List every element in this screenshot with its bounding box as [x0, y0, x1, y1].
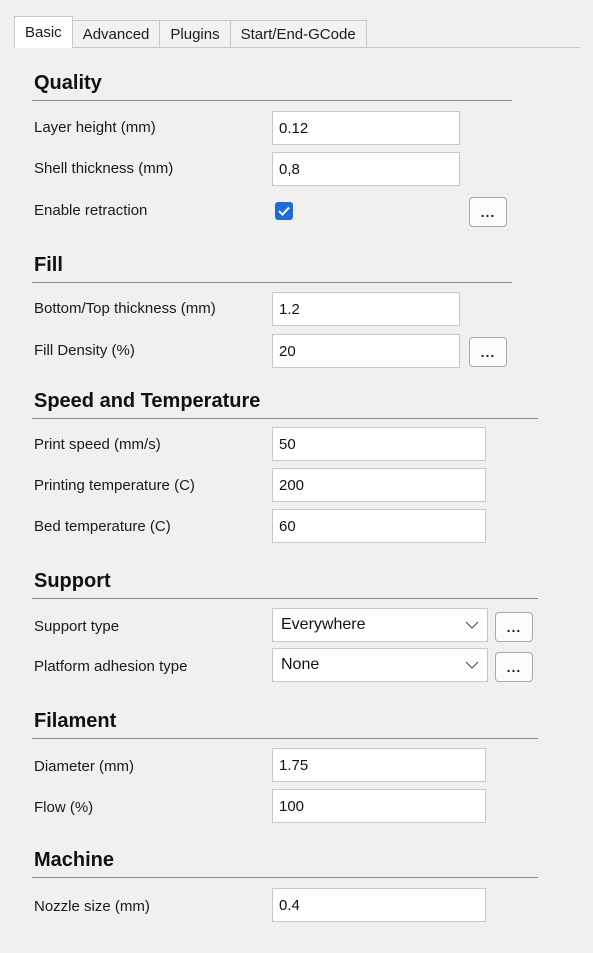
- tab-basic[interactable]: Basic: [14, 16, 73, 48]
- print-speed-label: Print speed (mm/s): [34, 436, 161, 453]
- shell-thickness-input[interactable]: [272, 152, 460, 186]
- tab-advanced[interactable]: Advanced: [72, 20, 161, 48]
- fill-density-input[interactable]: [272, 334, 460, 368]
- fill-density-options-button[interactable]: ...: [469, 337, 507, 367]
- speed-temperature-divider: [32, 418, 538, 419]
- platform-adhesion-value: None: [281, 656, 320, 673]
- diameter-input[interactable]: [272, 748, 486, 782]
- enable-retraction-checkbox[interactable]: [275, 202, 293, 220]
- layer-height-label: Layer height (mm): [34, 119, 156, 136]
- support-divider: [32, 598, 538, 599]
- flow-label: Flow (%): [34, 799, 94, 816]
- printing-temperature-input[interactable]: [272, 468, 486, 502]
- speed-temperature-section-title: Speed and Temperature: [34, 390, 261, 412]
- machine-divider: [32, 877, 538, 878]
- fill-divider: [32, 282, 512, 283]
- support-type-select[interactable]: Everywhere: [272, 608, 488, 642]
- platform-adhesion-options-button[interactable]: ...: [495, 652, 533, 682]
- layer-height-input[interactable]: [272, 111, 460, 145]
- platform-adhesion-select[interactable]: None: [272, 648, 488, 682]
- nozzle-size-input[interactable]: [272, 888, 486, 922]
- bottom-top-thickness-input[interactable]: [272, 292, 460, 326]
- support-type-value: Everywhere: [281, 616, 366, 633]
- bottom-top-thickness-label: Bottom/Top thickness (mm): [34, 300, 216, 317]
- diameter-label: Diameter (mm): [34, 758, 134, 775]
- shell-thickness-label: Shell thickness (mm): [34, 160, 174, 177]
- support-type-options-button[interactable]: ...: [495, 612, 533, 642]
- quality-divider: [32, 100, 512, 101]
- retraction-options-button[interactable]: ...: [469, 197, 507, 227]
- settings-window: Basic Advanced Plugins Start/End-GCode Q…: [0, 0, 593, 953]
- tab-start-end-gcode[interactable]: Start/End-GCode: [230, 20, 367, 48]
- machine-section-title: Machine: [34, 849, 115, 871]
- tab-plugins[interactable]: Plugins: [160, 20, 231, 48]
- enable-retraction-label: Enable retraction: [34, 202, 148, 219]
- tab-bar: Basic Advanced Plugins Start/End-GCode: [14, 16, 367, 48]
- bed-temperature-label: Bed temperature (C): [34, 518, 171, 535]
- quality-section-title: Quality: [34, 72, 102, 94]
- platform-adhesion-label: Platform adhesion type: [34, 658, 188, 675]
- filament-divider: [32, 738, 538, 739]
- checkmark-icon: [278, 206, 290, 216]
- support-type-label: Support type: [34, 618, 120, 635]
- nozzle-size-label: Nozzle size (mm): [34, 898, 150, 915]
- fill-section-title: Fill: [34, 254, 63, 276]
- filament-section-title: Filament: [34, 710, 117, 732]
- chevron-down-icon: [465, 618, 479, 632]
- support-section-title: Support: [34, 570, 111, 592]
- bed-temperature-input[interactable]: [272, 509, 486, 543]
- chevron-down-icon: [465, 658, 479, 672]
- fill-density-label: Fill Density (%): [34, 342, 135, 359]
- printing-temperature-label: Printing temperature (C): [34, 477, 195, 494]
- print-speed-input[interactable]: [272, 427, 486, 461]
- flow-input[interactable]: [272, 789, 486, 823]
